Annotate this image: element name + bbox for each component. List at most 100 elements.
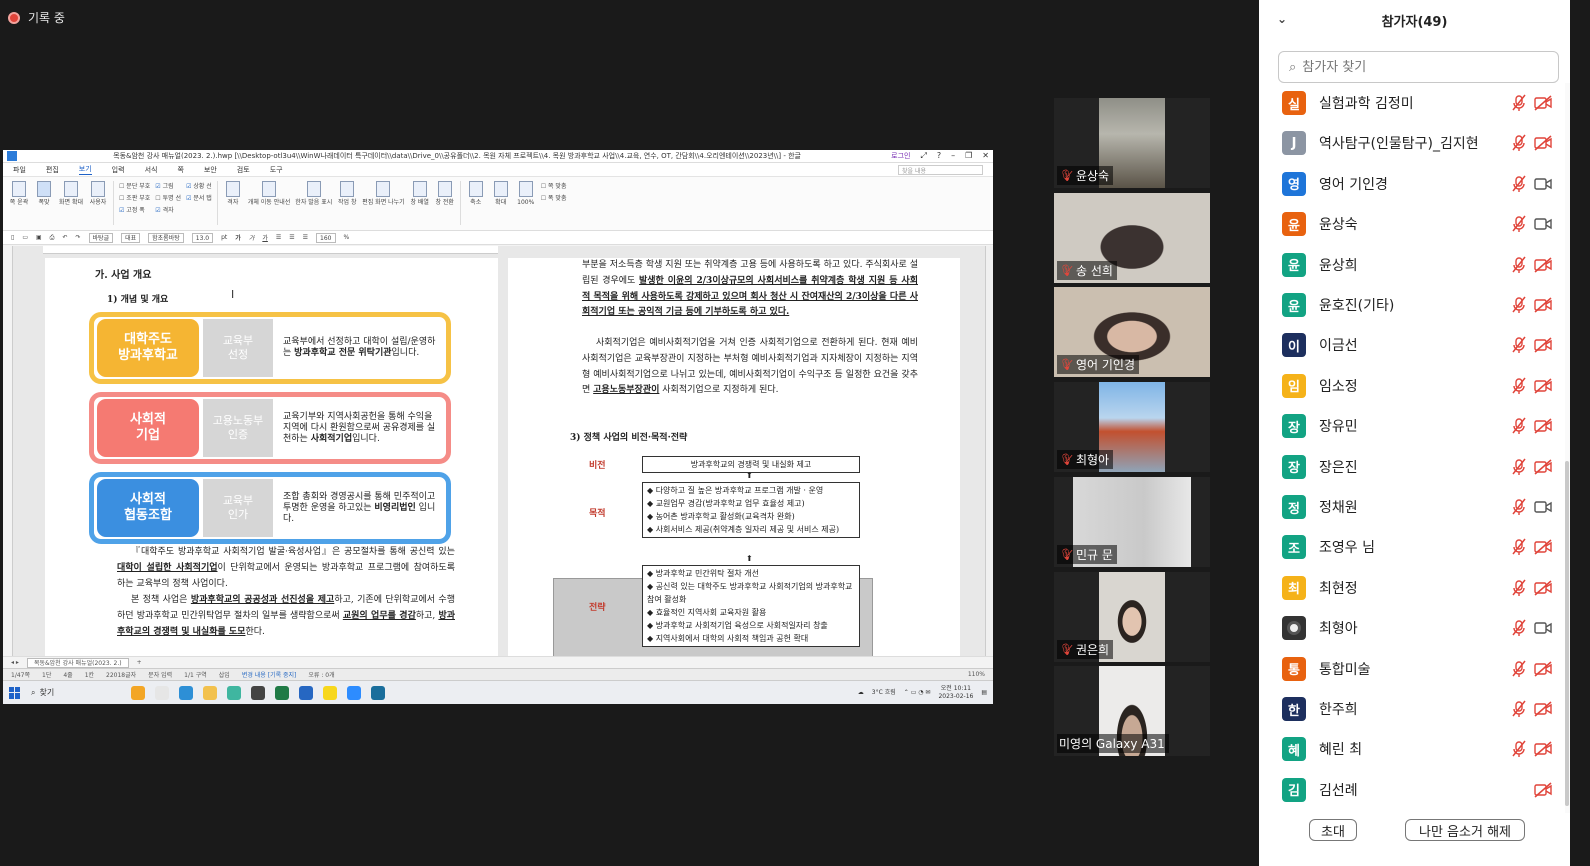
camera-off-icon[interactable]: [1533, 256, 1553, 274]
mic-muted-icon[interactable]: [1511, 417, 1527, 435]
style-select[interactable]: 바탕글: [88, 232, 114, 243]
align-center-icon[interactable]: ☰: [289, 234, 294, 241]
camera-on-icon[interactable]: [1533, 175, 1553, 193]
ribbon-button[interactable]: 사용자: [88, 181, 108, 207]
participant-search[interactable]: ⌕: [1278, 51, 1559, 83]
task-view-icon[interactable]: [155, 685, 169, 700]
participant-row[interactable]: 임 임소정: [1259, 366, 1565, 406]
participant-row[interactable]: 이 이금선: [1259, 325, 1565, 365]
font-select[interactable]: 함초롬바탕: [148, 232, 184, 243]
camera-off-icon[interactable]: [1533, 660, 1553, 678]
ribbon-button[interactable]: 작업 창: [337, 181, 357, 207]
chevron-down-icon[interactable]: ⌄: [1277, 12, 1287, 26]
camera-off-icon[interactable]: [1533, 458, 1553, 476]
maximize-icon[interactable]: ❐: [965, 151, 972, 161]
ribbon-checkbox[interactable]: 조판 부호: [119, 193, 150, 202]
camera-off-icon[interactable]: [1533, 579, 1553, 597]
italic-icon[interactable]: 가: [249, 233, 255, 242]
participant-row[interactable]: 윤 윤호진(기타): [1259, 285, 1565, 325]
participant-row[interactable]: 실 실험과학 김정미: [1259, 83, 1565, 123]
scrollbar-thumb[interactable]: [1565, 461, 1569, 806]
participant-row[interactable]: 윤 윤상숙: [1259, 204, 1565, 244]
video-tile[interactable]: 🎙︎̸ 민규 문: [1054, 476, 1210, 567]
pen-app-icon[interactable]: [251, 685, 265, 700]
camera-off-icon[interactable]: [1533, 700, 1553, 718]
ribbon-button[interactable]: 쪽 윤곽: [9, 181, 29, 207]
taskbar-search[interactable]: ⌕ 찾기: [31, 687, 121, 698]
recording-indicator[interactable]: 기록 중: [8, 9, 65, 26]
new-doc-icon[interactable]: ▯: [11, 234, 14, 241]
document-page-right[interactable]: 부분을 저소득층 학생 지원 또는 취약계층 고용 등에 사용하도록 하고 있다…: [508, 258, 960, 656]
login-button[interactable]: 로그인: [891, 151, 910, 161]
edge-browser-icon[interactable]: [179, 685, 193, 700]
flower-widget-icon[interactable]: [131, 685, 145, 700]
status-track-changes[interactable]: 변경 내용 [기록 중지]: [242, 670, 297, 679]
mic-muted-icon[interactable]: [1511, 336, 1527, 354]
status-zoom[interactable]: 110%: [968, 671, 985, 678]
align-left-icon[interactable]: ☰: [276, 234, 281, 241]
participant-row[interactable]: 최 최현정: [1259, 568, 1565, 608]
save-icon[interactable]: ▣: [36, 234, 42, 241]
mic-muted-icon[interactable]: [1511, 498, 1527, 516]
windows-start-icon[interactable]: [9, 686, 21, 699]
ribbon-button[interactable]: 한자 발음 표시: [295, 181, 332, 207]
menu-item[interactable]: 도구: [270, 165, 283, 175]
participant-row[interactable]: 김 김선례: [1259, 770, 1565, 810]
ribbon-button[interactable]: 확대: [491, 181, 511, 207]
mic-muted-icon[interactable]: [1511, 538, 1527, 556]
mic-muted-icon[interactable]: [1511, 377, 1527, 395]
mic-muted-icon[interactable]: [1511, 256, 1527, 274]
menu-item[interactable]: 서식: [145, 165, 158, 175]
video-tile[interactable]: 🎙︎̸ 최형아: [1054, 382, 1210, 473]
excel-icon[interactable]: [275, 685, 289, 700]
ribbon-checkbox[interactable]: 문단 부호: [119, 181, 150, 190]
video-tile[interactable]: 🎙︎̸ 윤상숙: [1054, 98, 1210, 188]
bold-icon[interactable]: 가: [235, 233, 241, 242]
ribbon-button[interactable]: 편집 화면 나누기: [362, 181, 405, 207]
participant-row[interactable]: 영 영어 기인경: [1259, 164, 1565, 204]
camera-off-icon[interactable]: [1533, 740, 1553, 758]
camera-off-icon[interactable]: [1533, 336, 1553, 354]
participant-row[interactable]: 혜 혜린 최: [1259, 729, 1565, 769]
tray-icons[interactable]: ⌃ ▭ ◔ ✉: [904, 689, 931, 697]
open-icon[interactable]: ▭: [22, 234, 28, 241]
document-page-left[interactable]: 가. 사업 개요 1) 개념 및 개요 I 대학주도 방과후학교 교육부 선정 교육…: [45, 258, 498, 656]
ribbon-button[interactable]: 창 전환: [435, 181, 455, 207]
ribbon-fit-option[interactable]: 쪽 맞춤: [541, 181, 566, 190]
kakaotalk-icon[interactable]: [323, 685, 337, 700]
menu-item[interactable]: 파일: [13, 165, 26, 175]
camera-off-icon[interactable]: [1533, 377, 1553, 395]
ribbon-checkbox[interactable]: 문서 탭: [186, 193, 211, 202]
participant-search-input[interactable]: [1302, 59, 1523, 75]
font-size-input[interactable]: 13.0: [191, 232, 214, 243]
invite-button[interactable]: 초대: [1309, 819, 1357, 841]
document-scrollbar[interactable]: [985, 246, 993, 656]
ribbon-checkbox[interactable]: 고정 폭: [119, 205, 150, 214]
ribbon-button[interactable]: 화면 확대: [59, 181, 83, 207]
camera-on-icon[interactable]: [1533, 215, 1553, 233]
tab-nav-icon[interactable]: ◂ ▸: [11, 659, 19, 666]
ribbon-button[interactable]: 100%: [516, 181, 536, 207]
mic-muted-icon[interactable]: [1511, 740, 1527, 758]
camera-off-icon[interactable]: [1533, 94, 1553, 112]
font-kind-select[interactable]: 대표: [121, 232, 141, 243]
menu-item[interactable]: 입력: [112, 165, 125, 175]
participant-row[interactable]: J 역사탐구(인물탐구)_김지현: [1259, 123, 1565, 163]
video-tile[interactable]: 🎙︎̸ 권은희: [1054, 571, 1210, 662]
menu-item[interactable]: 검토: [237, 165, 250, 175]
mic-muted-icon[interactable]: [1511, 700, 1527, 718]
camera-off-icon[interactable]: [1533, 781, 1553, 799]
participant-row[interactable]: 한 한주희: [1259, 689, 1565, 729]
camera-on-icon[interactable]: [1533, 619, 1553, 637]
mic-muted-icon[interactable]: [1511, 579, 1527, 597]
participant-row[interactable]: 최형아: [1259, 608, 1565, 648]
hwp-app-icon[interactable]: [371, 685, 385, 700]
underline-icon[interactable]: 가: [262, 233, 268, 242]
file-explorer-icon[interactable]: [203, 685, 217, 700]
camera-off-icon[interactable]: [1533, 296, 1553, 314]
ribbon-checkbox[interactable]: 격자: [155, 205, 181, 214]
help-icon[interactable]: ?: [937, 151, 941, 161]
camera-off-icon[interactable]: [1533, 417, 1553, 435]
align-right-icon[interactable]: ☰: [303, 234, 308, 241]
ribbon-button[interactable]: 창 배열: [410, 181, 430, 207]
